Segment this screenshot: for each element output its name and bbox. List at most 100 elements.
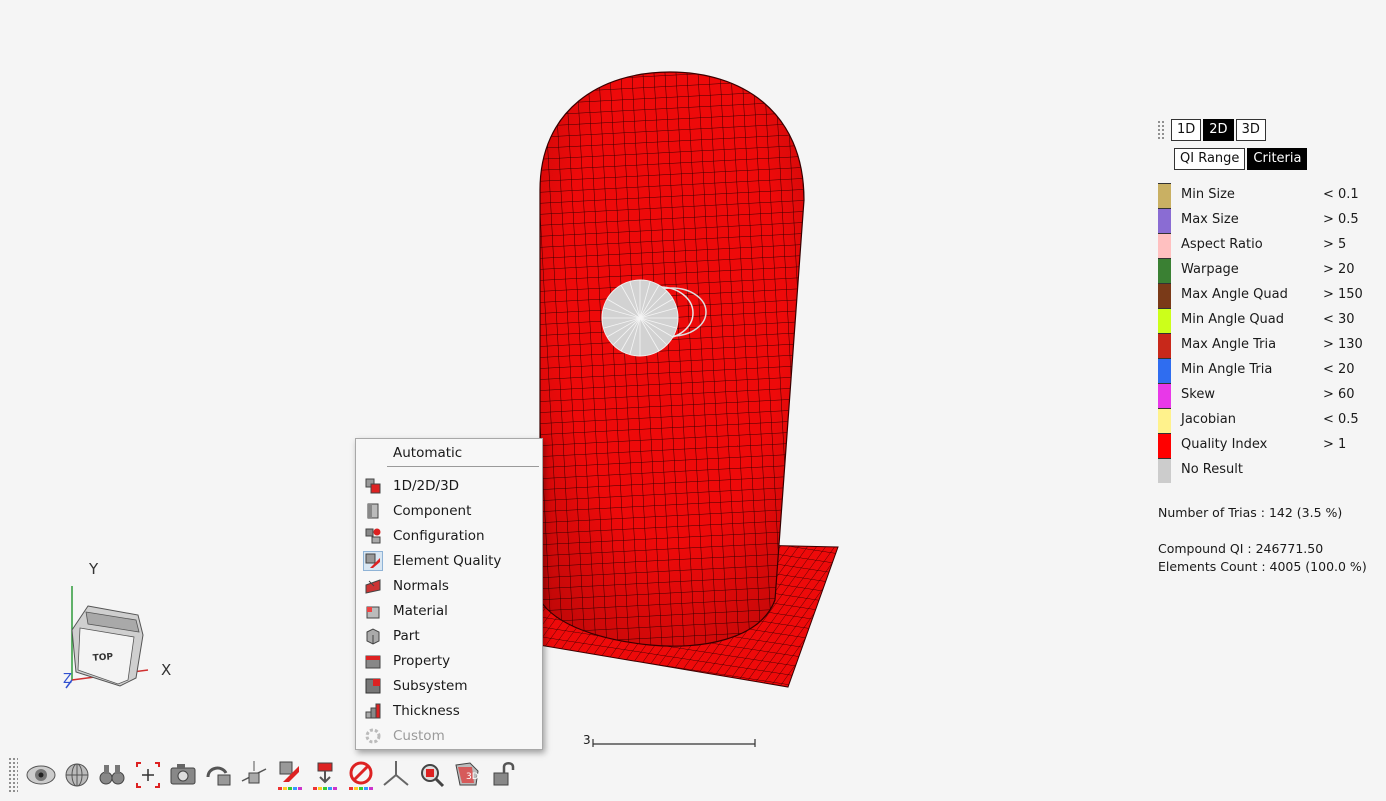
legend-threshold: 5 xyxy=(1338,237,1347,252)
menu-item-1d-2d-3d[interactable]: 1D/2D/3D xyxy=(356,474,542,499)
menu-item-element-quality[interactable]: Element Quality xyxy=(356,549,542,574)
elements-count: Elements Count : 4005 (100.0 %) xyxy=(1158,559,1367,574)
legend-row[interactable]: Min Angle Quad <30 xyxy=(1158,308,1368,333)
legend-swatch xyxy=(1158,233,1171,258)
toolbar-binoculars-button[interactable] xyxy=(95,757,129,793)
property-icon xyxy=(365,655,381,669)
legend-operator: < xyxy=(1323,312,1334,327)
menu-item-normals[interactable]: Normals xyxy=(356,574,542,599)
legend-swatch xyxy=(1158,458,1171,483)
tab-3d[interactable]: 3D xyxy=(1235,119,1266,141)
legend-row[interactable]: Quality Index >1 xyxy=(1158,433,1368,458)
dimension-icon xyxy=(365,478,381,494)
toolbar-camera-button[interactable] xyxy=(166,757,200,793)
legend-row[interactable]: Warpage >20 xyxy=(1158,258,1368,283)
menu-item-part[interactable]: Part xyxy=(356,624,542,649)
globe-icon xyxy=(65,763,88,787)
menu-item-label: Automatic xyxy=(393,445,463,461)
panel-grip-handle[interactable] xyxy=(1157,120,1165,140)
color-by-icon xyxy=(277,761,302,790)
legend-swatch xyxy=(1158,433,1171,458)
legend-row[interactable]: Aspect Ratio >5 xyxy=(1158,233,1368,258)
thickness-icon xyxy=(365,703,381,719)
toolbar-zoom-button[interactable] xyxy=(415,757,449,793)
legend-row[interactable]: Max Angle Quad >150 xyxy=(1158,283,1368,308)
menu-item-component[interactable]: Component xyxy=(356,499,542,524)
legend-operator: > xyxy=(1323,212,1334,227)
menu-item-label: Component xyxy=(393,503,472,519)
camera-icon xyxy=(170,764,196,785)
tab-2d[interactable]: 2D xyxy=(1203,119,1234,141)
menu-item-label: Material xyxy=(393,603,448,619)
toolbar-globe-button[interactable] xyxy=(60,757,94,793)
compound-qi: Compound QI : 246771.50 xyxy=(1158,541,1324,556)
toolbar-no-color-button[interactable] xyxy=(344,757,378,793)
menu-item-configuration[interactable]: Configuration xyxy=(356,524,542,549)
legend-threshold: 130 xyxy=(1338,337,1363,352)
legend-row[interactable]: Skew >60 xyxy=(1158,383,1368,408)
legend-row[interactable]: Jacobian <0.5 xyxy=(1158,408,1368,433)
legend-swatch xyxy=(1158,383,1171,408)
legend-operator: < xyxy=(1323,362,1334,377)
scale-bar-line xyxy=(592,739,756,747)
legend-threshold: 0.1 xyxy=(1338,187,1359,202)
toolbar-unlock-button[interactable] xyxy=(486,757,520,793)
legend-swatch xyxy=(1158,208,1171,233)
mode-tabs: QI Range Criteria xyxy=(1174,148,1308,170)
toolbar-fit-view-button[interactable] xyxy=(131,757,165,793)
zoom-icon xyxy=(420,764,444,788)
menu-item-label: Thickness xyxy=(393,703,460,719)
legend-threshold: 60 xyxy=(1338,387,1355,402)
unlock-icon xyxy=(493,762,514,786)
menu-item-thickness[interactable]: Thickness xyxy=(356,699,542,724)
menu-item-label: Configuration xyxy=(393,528,485,544)
binoculars-icon xyxy=(99,765,125,785)
quality-legend: Min Size <0.1 Max Size >0.5 Aspect Ratio >5 Wa… xyxy=(1158,183,1368,483)
legend-operator: > xyxy=(1323,437,1334,452)
menu-item-label: Custom xyxy=(393,728,445,744)
legend-row[interactable]: Min Angle Tria <20 xyxy=(1158,358,1368,383)
legend-row[interactable]: No Result xyxy=(1158,458,1368,483)
tab-criteria[interactable]: Criteria xyxy=(1247,148,1308,170)
menu-item-subsystem[interactable]: Subsystem xyxy=(356,674,542,699)
normals-icon xyxy=(365,579,381,594)
legend-row[interactable]: Max Angle Tria >130 xyxy=(1158,333,1368,358)
3d-view-icon: 3D xyxy=(455,762,479,786)
menu-item-label: Property xyxy=(393,653,451,669)
toolbar-3d-view-button[interactable]: 3D xyxy=(450,757,484,793)
trias-count: Number of Trias : 142 (3.5 %) xyxy=(1158,505,1343,520)
toolbar-grip-handle[interactable] xyxy=(8,757,18,793)
toolbar-section-button[interactable] xyxy=(237,757,271,793)
menu-item-property[interactable]: Property xyxy=(356,649,542,674)
toolbar-color-by-button[interactable] xyxy=(273,757,307,793)
menu-item-label: Normals xyxy=(393,578,449,594)
view-cube[interactable]: TOP xyxy=(65,586,149,689)
legend-swatch xyxy=(1158,308,1171,333)
legend-row[interactable]: Max Size >0.5 xyxy=(1158,208,1368,233)
menu-item-automatic[interactable]: Automatic xyxy=(356,441,542,466)
legend-threshold: 1 xyxy=(1338,437,1347,452)
legend-operator: > xyxy=(1323,287,1334,302)
toolbar-legend-button[interactable] xyxy=(308,757,342,793)
tab-qi-range[interactable]: QI Range xyxy=(1174,148,1246,170)
configuration-icon xyxy=(365,528,381,544)
legend-label: Min Angle Tria xyxy=(1181,362,1273,377)
legend-threshold: 30 xyxy=(1338,312,1355,327)
legend-swatch xyxy=(1158,333,1171,358)
toolbar-axes-button[interactable] xyxy=(379,757,413,793)
legend-icon xyxy=(313,762,337,790)
toolbar-eye-button[interactable] xyxy=(24,757,58,793)
material-icon xyxy=(366,606,380,619)
legend-swatch xyxy=(1158,283,1171,308)
toolbar-rotate-button[interactable] xyxy=(202,757,236,793)
z-axis-label: Z xyxy=(63,672,72,687)
color-by-menu: Automatic 1D/2D/3D Component Configuration… xyxy=(355,438,543,750)
rotate-icon xyxy=(206,766,230,786)
legend-row[interactable]: Min Size <0.1 xyxy=(1158,183,1368,208)
legend-label: Skew xyxy=(1181,387,1215,402)
tab-1d[interactable]: 1D xyxy=(1171,119,1202,141)
legend-swatch xyxy=(1158,408,1171,433)
menu-item-material[interactable]: Material xyxy=(356,599,542,624)
legend-threshold: 20 xyxy=(1338,262,1355,277)
dimension-tabs: 1D 2D 3D xyxy=(1157,119,1266,141)
